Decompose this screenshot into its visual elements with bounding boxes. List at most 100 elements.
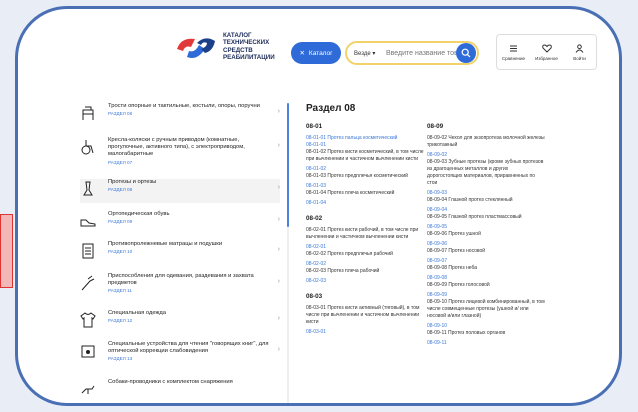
chevron-right-icon: › — [277, 246, 280, 253]
item-code-link[interactable]: 08-09-10 — [427, 323, 545, 330]
logo-text: КАТАЛОГ ТЕХНИЧЕСКИХ СРЕДСТВ РЕАБИЛИТАЦИИ — [223, 32, 293, 62]
sidebar-item-code: РАЗДЕЛ 08 — [108, 187, 133, 193]
sidebar-item-section-13[interactable]: Специальные устройства для чтения "говор… — [80, 341, 280, 371]
item-name-link[interactable]: 08-09-08 Протез неба — [427, 265, 545, 272]
sidebar-item-label: Противопролежневые матрацы и подушки — [108, 241, 223, 247]
shoe-icon — [80, 219, 96, 227]
favorites-button[interactable]: Избранное — [530, 35, 563, 69]
item-code-link[interactable]: 08-09-11 — [427, 340, 545, 347]
search-icon — [461, 48, 471, 58]
compare-button[interactable]: Сравнение — [497, 35, 530, 69]
sidebar-item-section-10[interactable]: Противопролежневые матрацы и подушки РАЗД… — [80, 241, 280, 265]
item-name-link[interactable]: 08-09-07 Протез носовой — [427, 248, 545, 255]
sidebar-item-section-12[interactable]: Специальная одежда РАЗДЕЛ 12 › — [80, 310, 280, 334]
login-button[interactable]: Войти — [563, 35, 596, 69]
prosthesis-icon — [83, 181, 93, 196]
group-heading: 08-09 — [427, 123, 444, 130]
sidebar-item-label: Ортопедическая обувь — [108, 211, 170, 217]
item-name-link[interactable]: 08-01-02 Протез кисти косметический, в т… — [306, 149, 424, 163]
item-name-link[interactable]: 08-01-03 Протез предплечья косметический — [306, 173, 424, 180]
grabber-icon — [81, 275, 95, 291]
item-code-link[interactable]: 08-01-03 — [306, 183, 424, 190]
heart-icon — [541, 43, 552, 53]
sidebar-item-code: РАЗДЕЛ 12 — [108, 318, 133, 324]
item-code-link[interactable]: 08-02-03 — [306, 278, 424, 285]
reader-device-icon — [81, 345, 95, 358]
item-code-link[interactable]: 08-09-08 — [427, 275, 545, 282]
sidebar-item-label: Приспособления для одевания, раздевания … — [108, 273, 254, 287]
item-code-link[interactable]: 08-09-05 — [427, 224, 545, 231]
mattress-icon — [82, 243, 94, 259]
sidebar-item-code: РАЗДЕЛ 07 — [108, 159, 133, 165]
item-name-link[interactable]: 08-09-11 Протез половых органов — [427, 330, 545, 337]
item-name-link[interactable]: 08-02-02 Протез предплечья рабочий — [306, 251, 424, 258]
item-name-link[interactable]: 08-09-03 Зубные протезы (кроме зубных пр… — [427, 159, 545, 187]
search-scope-select[interactable]: Везде ▾ — [354, 50, 386, 57]
logo-line: КАТАЛОГ — [223, 32, 252, 39]
item-code-link[interactable]: 08-03-01 — [306, 329, 424, 336]
chevron-right-icon: › — [277, 108, 280, 115]
item-name-link[interactable]: 08-09-06 Протез ушной — [427, 231, 545, 238]
sidebar-item-label: Специальные устройства для чтения "говор… — [108, 341, 269, 355]
item-code-link[interactable]: 08-09-06 — [427, 241, 545, 248]
content-column-right: 08-09 08-09-02 Чехол для экзопротеза моло… — [427, 123, 545, 347]
header-actions: Сравнение Избранное Войти — [496, 34, 597, 70]
sidebar-item-label: Собаки-проводники с комплектом снаряжени… — [108, 379, 233, 385]
logo-icon[interactable] — [175, 35, 219, 61]
sidebar-item-code: РАЗДЕЛ 11 — [108, 288, 132, 294]
item-code-link[interactable]: 08-09-04 — [427, 207, 545, 214]
item-code-link[interactable]: 08-02-02 — [306, 261, 424, 268]
cane-icon — [82, 106, 94, 120]
item-code-link[interactable]: 08-01-01 — [306, 142, 424, 149]
sidebar-item-section-08[interactable]: Протезы и ортезы РАЗДЕЛ 08 › — [80, 179, 280, 203]
sidebar-item-guide-dogs[interactable]: Собаки-проводники с комплектом снаряжени… — [80, 379, 280, 394]
item-name-link[interactable]: 08-02-01 Протез кисти рабочий, в том чис… — [306, 227, 424, 241]
item-name-link[interactable]: 08-02-03 Протез плеча рабочий — [306, 268, 424, 275]
logo-line: РЕАБИЛИТАЦИИ — [223, 54, 275, 62]
chevron-right-icon: › — [277, 346, 280, 353]
item-name-link[interactable]: 08-09-10 Протез лицевой комбинированный,… — [427, 299, 545, 320]
user-icon — [575, 43, 584, 53]
search-input[interactable] — [386, 49, 456, 57]
guide-dog-icon — [81, 385, 95, 394]
item-code-link[interactable]: 08-01-01 Протез пальца косметический — [306, 135, 424, 142]
logo-line: ТЕХНИЧЕСКИХ СРЕДСТВ — [223, 39, 270, 54]
chevron-right-icon: › — [277, 216, 280, 223]
item-code-link[interactable]: 08-09-03 — [427, 190, 545, 197]
item-code-link[interactable]: 08-01-02 — [306, 166, 424, 173]
login-label: Войти — [573, 55, 586, 61]
item-name-link[interactable]: 08-09-09 Протез голосовой — [427, 282, 545, 289]
item-name-link[interactable]: 08-01-04 Протез плеча косметический — [306, 190, 424, 197]
item-name-link[interactable]: 08-09-05 Глазной протез пластмассовый — [427, 214, 545, 221]
sidebar-item-code: РАЗДЕЛ 09 — [108, 219, 133, 225]
compare-icon — [510, 45, 517, 51]
sidebar-item-label: Трости опорные и тактильные, костыли, оп… — [108, 103, 260, 109]
content-column-left: 08-01 08-01-01 Протез пальца косметически… — [306, 123, 424, 336]
item-code-link[interactable]: 08-09-02 — [427, 152, 545, 159]
scrollbar-thumb[interactable] — [287, 103, 289, 227]
sidebar-item-section-07[interactable]: Кресла-коляски с ручным приводом (комнат… — [80, 137, 280, 173]
sidebar-item-label: Протезы и ортезы — [108, 179, 157, 185]
group-heading: 08-03 — [306, 293, 323, 300]
site-header: КАТАЛОГ ТЕХНИЧЕСКИХ СРЕДСТВ РЕАБИЛИТАЦИИ… — [18, 9, 619, 79]
item-code-link[interactable]: 08-09-09 — [427, 292, 545, 299]
sidebar-item-section-11[interactable]: Приспособления для одевания, раздевания … — [80, 273, 280, 303]
catalog-button[interactable]: ✕ Каталог — [291, 42, 341, 64]
item-name-link[interactable]: 08-09-04 Глазной протез стеклянный — [427, 197, 545, 204]
item-code-link[interactable]: 08-01-04 — [306, 200, 424, 207]
item-code-link[interactable]: 08-09-07 — [427, 258, 545, 265]
screenshot-frame: КАТАЛОГ ТЕХНИЧЕСКИХ СРЕДСТВ РЕАБИЛИТАЦИИ… — [15, 6, 622, 406]
search-button[interactable] — [456, 43, 476, 63]
sidebar-item-section-09[interactable]: Ортопедическая обувь РАЗДЕЛ 09 › — [80, 211, 280, 235]
decorative-marker — [0, 214, 13, 288]
sidebar-item-code: РАЗДЕЛ 10 — [108, 249, 133, 255]
favorites-label: Избранное — [535, 55, 558, 61]
item-name-link[interactable]: 08-09-02 Чехол для экзопротеза молочной … — [427, 135, 545, 149]
sidebar-item-code: РАЗДЕЛ 06 — [108, 111, 133, 117]
item-name-link[interactable]: 08-03-01 Протез кисти активный (тяговый)… — [306, 305, 424, 326]
item-code-link[interactable]: 08-02-01 — [306, 244, 424, 251]
chevron-right-icon: › — [277, 315, 280, 322]
sidebar-item-section-06[interactable]: Трости опорные и тактильные, костыли, оп… — [80, 103, 280, 129]
sidebar-item-label: Кресла-коляски с ручным приводом (комнат… — [108, 137, 245, 158]
sidebar-item-label: Специальная одежда — [108, 310, 167, 316]
